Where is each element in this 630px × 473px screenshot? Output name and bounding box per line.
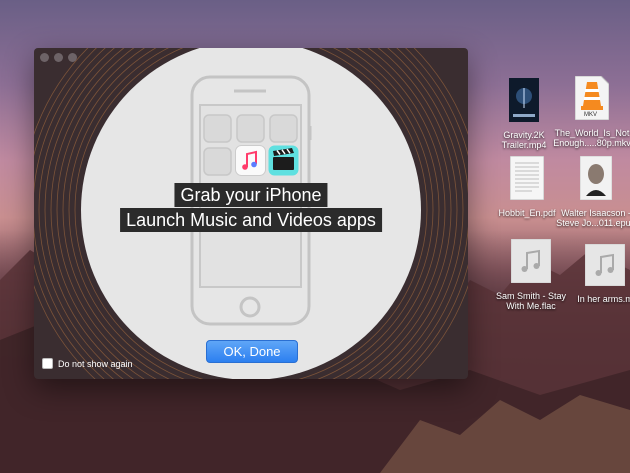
welcome-dialog: Grab your iPhone Launch Music and Videos… <box>34 48 468 379</box>
dialog-heading-line1: Grab your iPhone <box>174 183 328 207</box>
music-file-icon <box>510 238 552 284</box>
zoom-button[interactable] <box>68 53 77 62</box>
file-name-line1: The_World_Is_Not <box>554 128 630 138</box>
file-name-line1: Sam Smith - Stay <box>495 291 567 301</box>
minimize-button[interactable] <box>54 53 63 62</box>
desktop-file-steve-jobs[interactable]: Walter Isaacson - Steve Jo...011.epub <box>556 155 630 228</box>
file-name-line1: In her arms.m <box>577 294 630 304</box>
close-button[interactable] <box>40 53 49 62</box>
file-name-line2: With Me.flac <box>506 301 556 311</box>
desktop-file-in-her-arms[interactable]: In her arms.m <box>565 243 630 304</box>
ok-done-button[interactable]: OK, Done <box>206 340 298 363</box>
file-name-line2: Steve Jo...011.epub <box>556 218 630 228</box>
desktop-file-hobbit[interactable]: Hobbit_En.pdf <box>487 155 567 218</box>
pdf-file-icon <box>509 155 545 201</box>
file-name-line1: Walter Isaacson - <box>561 208 630 218</box>
do-not-show-row[interactable]: Do not show again <box>42 358 133 369</box>
epub-file-icon <box>579 155 613 201</box>
file-name-line1: Hobbit_En.pdf <box>498 208 556 218</box>
window-controls[interactable] <box>40 53 77 62</box>
do-not-show-checkbox[interactable] <box>42 358 53 369</box>
do-not-show-label: Do not show again <box>58 358 133 369</box>
music-file-icon <box>584 243 626 287</box>
music-app-icon <box>235 145 266 176</box>
desktop-file-world-is-not-enough[interactable]: MKV The_World_Is_Not Enough.....80p.mkv <box>552 75 630 148</box>
videos-app-icon <box>268 145 299 176</box>
dialog-heading-line2: Launch Music and Videos apps <box>120 208 382 232</box>
movie-file-icon <box>509 78 539 122</box>
mkv-badge: MKV <box>584 112 598 118</box>
file-name-line2: Enough.....80p.mkv <box>553 138 630 148</box>
desktop-file-sam-smith[interactable]: Sam Smith - Stay With Me.flac <box>491 238 571 311</box>
